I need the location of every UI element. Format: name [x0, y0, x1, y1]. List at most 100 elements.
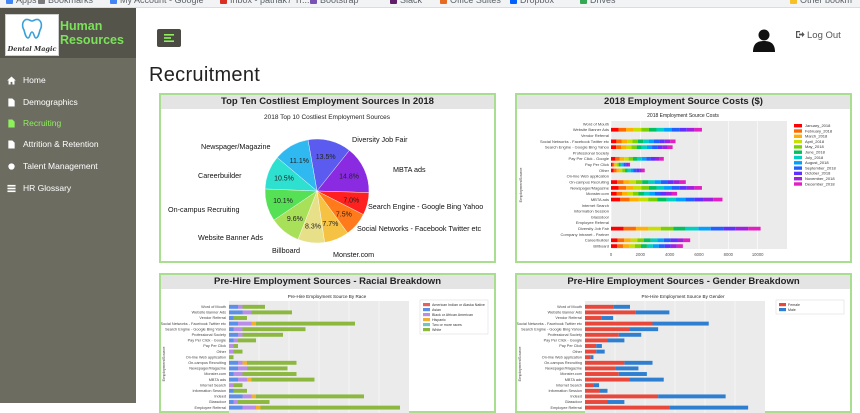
bookmark-item[interactable]: Office Suites	[440, 0, 501, 5]
bookmark-item[interactable]: Other bookm	[790, 0, 852, 5]
bar-segment	[622, 168, 626, 173]
x-tick-label: 4000	[665, 252, 675, 257]
file-icon	[8, 98, 15, 107]
sidebar-item-talent[interactable]: Talent Management	[0, 156, 136, 176]
sidebar-item-demographics[interactable]: Demographics	[0, 92, 136, 112]
chart-title: Pre-Hire Employment Source By Race	[288, 294, 367, 299]
bar-segment	[229, 366, 238, 371]
bar-segment	[657, 238, 664, 243]
bar-segment	[641, 145, 647, 150]
bookmark-label: Inbox - pathak7 Tr...	[230, 0, 310, 5]
pie-slice-percent: 7.5%	[336, 211, 352, 218]
legend-label: November_2018	[805, 176, 835, 181]
bookmark-label: Apps	[16, 0, 37, 5]
bar-segment	[585, 316, 602, 320]
bar-segment	[670, 238, 677, 243]
sidebar-item-glossary[interactable]: HR Glossary	[0, 178, 136, 198]
bar-segment	[660, 180, 668, 184]
sidebar-item-home[interactable]: Home	[0, 70, 136, 90]
pie-slice-label: Search Engine - Google Bing Yahoo	[368, 202, 483, 211]
y-tick-label: Pay Per Click - Google	[544, 339, 582, 343]
bar-segment	[648, 127, 657, 132]
bar-segment	[658, 394, 726, 399]
bar-segment	[590, 355, 594, 360]
company-logo[interactable]: Dental Magic	[5, 14, 59, 56]
bar-segment	[635, 226, 649, 231]
user-icon[interactable]	[752, 28, 776, 52]
bookmark-label: Dropbox	[520, 0, 555, 5]
bar-segment	[621, 139, 628, 144]
bookmark-label: My Account - Google	[120, 0, 204, 5]
bar-segment	[585, 321, 653, 326]
bookmark-item[interactable]: My Account - Google	[110, 0, 204, 5]
legend-label: February_2018	[805, 128, 833, 133]
bookmark-item[interactable]: Dropbox	[510, 0, 554, 5]
gender-breakdown-chart: Pre-Hire Employment Source By Gender Word…	[517, 294, 845, 413]
sidebar: Dental Magic Human Resources Home Demogr…	[0, 8, 136, 403]
bar-segment	[632, 139, 638, 144]
bar-segment	[624, 156, 629, 161]
bar-segment	[233, 349, 243, 354]
list-icon	[7, 184, 16, 193]
bar-segment	[642, 180, 649, 184]
bar-segment	[630, 327, 659, 332]
legend-swatch	[794, 150, 802, 154]
bar-segment	[623, 226, 636, 231]
bar-segment	[646, 244, 653, 248]
bar-segment	[247, 366, 288, 371]
page-title: Recruitment	[149, 64, 261, 86]
bar-segment	[660, 191, 666, 196]
bookmark-item[interactable]: Bootstrap	[310, 0, 359, 5]
bookmark-item[interactable]: Apps	[6, 0, 37, 5]
bookmark-item[interactable]: Drives	[580, 0, 616, 5]
y-tick-label: Pay Per Click	[203, 344, 226, 348]
pie-slice-percent: 13.5%	[316, 154, 336, 161]
y-tick-label: On-campus Recruiting	[188, 361, 226, 365]
bookmark-item[interactable]: Slack	[390, 0, 422, 5]
bar-segment	[623, 180, 630, 184]
legend-label: White	[432, 328, 441, 332]
bar-segment	[251, 377, 315, 382]
bar-segment	[628, 156, 633, 161]
bar-segment	[654, 180, 661, 184]
x-tick-label: 2000	[636, 252, 646, 257]
bar-segment	[657, 145, 663, 150]
bar-segment	[601, 316, 614, 320]
bar-segment	[611, 145, 617, 150]
menu-toggle-button[interactable]	[157, 29, 181, 47]
bar-segment	[229, 405, 243, 410]
bar-segment	[229, 321, 238, 326]
bookmark-item[interactable]: Bookmarks	[38, 0, 93, 5]
sidebar-item-label: Home	[23, 75, 46, 85]
bar-segment	[622, 191, 628, 196]
bar-segment	[643, 139, 649, 144]
racial-breakdown-chart: Pre-Hire Employment Source By Race Word o…	[161, 294, 489, 413]
bar-segment	[618, 186, 627, 190]
y-tick-label: Other	[599, 168, 610, 173]
bar-segment	[611, 191, 617, 196]
legend-swatch	[794, 182, 802, 186]
bar-segment	[669, 405, 749, 410]
source-costs-chart: 2018 Employment Source Costs 0 2000 4000 600…	[518, 113, 836, 257]
bar-segment	[585, 388, 600, 393]
bar-segment	[639, 168, 642, 173]
bar-segment	[607, 400, 625, 404]
pie-slice-percent: 8.3%	[305, 224, 321, 231]
bookmark-item[interactable]: Inbox - pathak7 Tr...	[220, 0, 310, 5]
bar-segment	[229, 394, 243, 399]
bookmark-icon	[390, 0, 397, 4]
bar-segment	[593, 383, 600, 388]
bar-segment	[233, 338, 238, 343]
bookmark-icon	[580, 0, 587, 4]
bar-segment	[624, 238, 631, 243]
bar-segment	[242, 360, 247, 365]
bar-segment	[260, 405, 400, 410]
bar-segment	[229, 316, 234, 320]
logout-button[interactable]: Log Out	[795, 30, 841, 41]
y-tick-label: Newspager/Magazine	[189, 367, 226, 371]
bar-segment	[662, 145, 668, 150]
sidebar-item-recruiting[interactable]: Recruiting	[0, 113, 136, 133]
sidebar-item-attrition[interactable]: Attrition & Retention	[0, 134, 136, 154]
bar-segment	[229, 377, 238, 382]
bookmarks-bar: Apps Bookmarks My Account - Google Inbox - …	[0, 0, 860, 8]
